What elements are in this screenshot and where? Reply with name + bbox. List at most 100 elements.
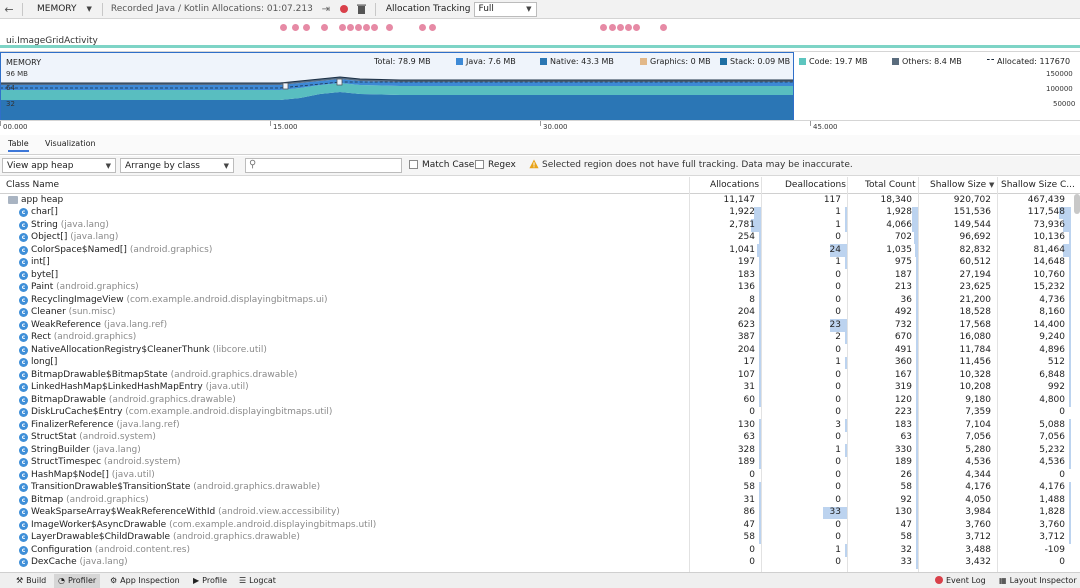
touch-event-dot[interactable] [600,24,607,31]
class-name: Rect (android.graphics) [31,332,136,342]
table-row[interactable]: c Rect (android.graphics) 387 2 670 16,080 9,2… [0,331,1080,344]
class-simple-name: String [31,219,58,230]
event-log-button[interactable]: Event Log [935,576,986,585]
table-row[interactable]: c LinkedHashMap$LinkedHashMapEntry (java.… [0,381,1080,394]
jump-to-end-icon[interactable]: ⇥ [319,2,333,16]
touch-event-dot[interactable] [625,24,632,31]
touch-event-dot[interactable] [339,24,346,31]
total-count-value: 58 [900,532,912,542]
column-class-name[interactable]: Class Name [6,180,59,190]
table-row[interactable]: c LayerDrawable$ChildDrawable (android.gr… [0,531,1080,544]
touch-event-dot[interactable] [386,24,393,31]
memory-chart[interactable]: MEMORY 96 MB 64 32 150000 100000 50000 T… [0,51,1080,121]
column-shallow-size[interactable]: Shallow Size ▼ [930,180,994,190]
column-total-count[interactable]: Total Count [865,180,916,190]
touch-event-dot[interactable] [419,24,426,31]
profile-tool-button[interactable]: ▶ Profile [193,576,227,585]
table-row[interactable]: c WeakSparseArray$WeakReferenceWithId (an… [0,506,1080,519]
logcat-tool-button[interactable]: ☰ Logcat [239,576,276,585]
arrange-dropdown[interactable]: Arrange by class ▼ [120,158,234,173]
touch-event-dot[interactable] [617,24,624,31]
value-bar [759,394,761,407]
table-row[interactable]: c byte[] 183 0 187 27,194 10,760 [0,269,1080,282]
table-row[interactable]: c Paint (android.graphics) 136 0 213 23,625 15… [0,281,1080,294]
touch-event-dot[interactable] [429,24,436,31]
session-dropdown[interactable]: MEMORY ▼ [27,0,98,19]
table-row[interactable]: c NativeAllocationRegistry$CleanerThunk (… [0,344,1080,357]
table-row[interactable]: c long[] 17 1 360 11,456 512 [0,356,1080,369]
search-field[interactable] [260,160,400,171]
table-row[interactable]: c FinalizerReference (java.lang.ref) 130 3 1… [0,419,1080,432]
allocation-tracking-dropdown[interactable]: Full ▼ [473,1,537,17]
table-row[interactable]: c Object[] (java.lang) 254 0 702 96,692 10,136 [0,231,1080,244]
table-row[interactable]: c Configuration (android.content.res) 0 1 32… [0,544,1080,557]
touch-event-dot[interactable] [321,24,328,31]
match-case-checkbox[interactable] [409,160,418,169]
regex-checkbox[interactable] [475,160,484,169]
table-row[interactable]: c StringBuilder (java.lang) 328 1 330 5,280 5,… [0,444,1080,457]
deallocations-value: 0 [835,307,841,317]
search-input[interactable]: ⚲ [245,158,402,173]
shallow-size-value: 23,625 [959,282,992,292]
touch-event-dot[interactable] [609,24,616,31]
table-row[interactable]: c int[] 197 1 975 60,512 14,648 [0,256,1080,269]
class-simple-name: BitmapDrawable$BitmapState [31,369,168,380]
value-bar [916,481,918,494]
shallow-size-change-value: 0 [1059,557,1065,567]
table-row[interactable]: c RecyclingImageView (com.example.android… [0,294,1080,307]
table-row[interactable]: c BitmapDrawable$BitmapState (android.gra… [0,369,1080,382]
table-row[interactable]: c Cleaner (sun.misc) 204 0 492 18,528 8,160 [0,306,1080,319]
trash-icon[interactable] [355,2,369,16]
layout-inspector-button[interactable]: ▦ Layout Inspector [999,576,1077,585]
total-count-value: 167 [894,369,912,380]
table-scrollbar[interactable] [1074,194,1080,214]
heap-dropdown[interactable]: View app heap ▼ [2,158,116,173]
graphics-swatch-icon [640,58,647,65]
table-row[interactable]: c ColorSpace$Named[] (android.graphics) 1,… [0,244,1080,257]
app-inspection-tool-button[interactable]: ⚙ App Inspection [110,576,180,585]
table-row[interactable]: c DiskLruCache$Entry (com.example.android… [0,406,1080,419]
table-row-app-heap[interactable]: app heap 11,147 117 18,340 920,702 467,4… [0,194,1080,207]
tab-visualization[interactable]: Visualization [45,139,96,148]
shallow-size-change-value: 3,712 [1039,532,1065,542]
touch-event-dot[interactable] [303,24,310,31]
column-deallocations[interactable]: Deallocations [785,180,846,190]
activity-bar[interactable] [0,45,1080,48]
touch-event-dot[interactable] [355,24,362,31]
table-row[interactable]: c TransitionDrawable$TransitionState (and… [0,481,1080,494]
touch-event-dot[interactable] [280,24,287,31]
error-badge-icon [935,576,943,584]
touch-event-dot[interactable] [347,24,354,31]
profiler-tool-button[interactable]: ◔ Profiler [54,574,101,588]
record-button[interactable] [337,2,351,16]
class-simple-name: HashMap$Node[] [31,469,109,480]
build-tool-button[interactable]: ⚒ Build [16,576,46,585]
value-bar [759,506,761,519]
touch-event-dot[interactable] [660,24,667,31]
profile-label: Profile [202,576,228,585]
table-row[interactable]: c StructTimespec (android.system) 189 0 189 4… [0,456,1080,469]
table-row[interactable]: c HashMap$Node[] (java.util) 0 0 26 4,344 0 [0,469,1080,482]
touch-event-dot[interactable] [363,24,370,31]
value-bar [916,331,918,344]
total-count-value: 26 [900,469,912,480]
table-row[interactable]: c WeakReference (java.lang.ref) 623 23 732 17… [0,319,1080,332]
touch-event-dot[interactable] [371,24,378,31]
column-allocations[interactable]: Allocations [710,180,759,190]
back-arrow-icon[interactable]: ← [0,3,18,16]
class-package: (java.lang) [79,557,128,567]
table-row[interactable]: c char[] 1,922 1 1,928 151,536 117,548 [0,206,1080,219]
table-row[interactable]: c Bitmap (android.graphics) 31 0 92 4,050 1,48… [0,494,1080,507]
table-row[interactable]: c BitmapDrawable (android.graphics.drawab… [0,394,1080,407]
total-count-value: 670 [894,332,912,342]
table-row[interactable]: c StructStat (android.system) 63 0 63 7,056 7,… [0,431,1080,444]
touch-event-dot[interactable] [633,24,640,31]
class-icon: c [19,508,28,517]
column-shallow-size-change[interactable]: Shallow Size C... [1001,180,1075,190]
table-row[interactable]: c DexCache (java.lang) 0 0 33 3,432 0 [0,556,1080,569]
table-row[interactable]: c ImageWorker$AsyncDrawable (com.example.… [0,519,1080,532]
y-axis-label: 96 MB [6,70,28,78]
tab-table[interactable]: Table [8,139,29,152]
touch-event-dot[interactable] [292,24,299,31]
table-row[interactable]: c String (java.lang) 2,781 1 4,066 149,544 73,… [0,219,1080,232]
